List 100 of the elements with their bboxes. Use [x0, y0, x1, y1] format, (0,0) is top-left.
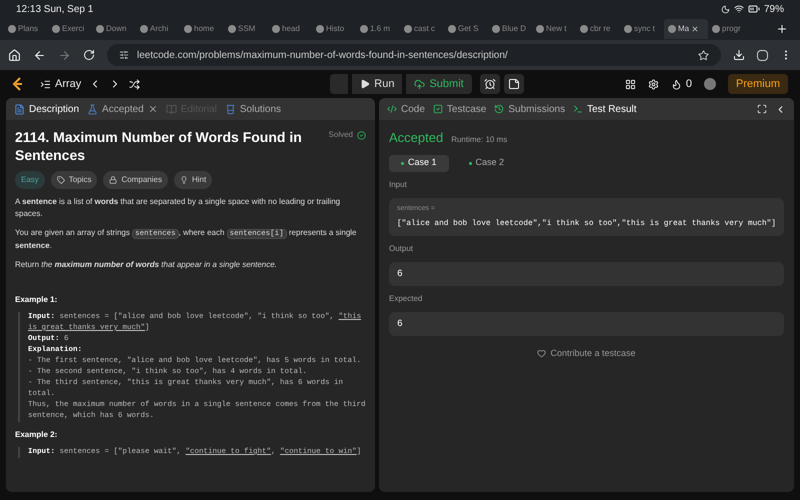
layout-icon[interactable]: [624, 78, 636, 90]
output-value: 6: [389, 262, 784, 286]
browser-tab[interactable]: 1.6 m: [356, 19, 400, 39]
tag-chip[interactable]: Companies: [103, 171, 168, 189]
shuffle-icon[interactable]: [129, 78, 140, 90]
submit-button[interactable]: Submit: [406, 74, 472, 94]
output-label: Output: [389, 243, 414, 255]
play-icon: [360, 79, 370, 89]
history-icon: [494, 104, 504, 114]
tag-chip[interactable]: Hint: [174, 171, 212, 189]
close-icon[interactable]: [691, 25, 700, 33]
problem-list-link[interactable]: Array: [55, 76, 82, 92]
favicon-icon: [536, 25, 544, 33]
panel-tab[interactable]: Test Result: [573, 102, 637, 116]
favicon-icon: [712, 25, 720, 33]
browser-tab[interactable]: sync t: [620, 19, 664, 39]
maximize-icon[interactable]: [757, 104, 767, 114]
notes-icon[interactable]: [504, 74, 524, 94]
avatar-icon[interactable]: [704, 78, 716, 90]
description-paragraph: Return the maximum number of words that appear in a single sentence.: [15, 259, 278, 271]
input-label: Input: [389, 178, 408, 190]
example-title: Example 2:: [15, 429, 58, 441]
favicon-icon: [360, 25, 368, 33]
lock-icon: [109, 176, 118, 184]
battery-icon: [748, 3, 760, 15]
verdict-text: Accepted: [389, 129, 444, 147]
upload-icon: [414, 78, 426, 90]
new-tab-icon[interactable]: [776, 23, 788, 35]
wifi-icon: [734, 4, 744, 14]
code-icon: [387, 104, 397, 114]
tag-chip[interactable]: Topics: [50, 171, 98, 189]
timer-icon[interactable]: [480, 74, 500, 94]
panel-tab[interactable]: Testcase: [432, 102, 486, 116]
tab-count-icon[interactable]: [757, 50, 768, 60]
settings-icon[interactable]: [648, 78, 659, 90]
runtime-text: Runtime: 10 ms: [451, 134, 508, 146]
close-icon[interactable]: [148, 104, 158, 114]
home-icon[interactable]: [8, 48, 21, 62]
favicon-icon: [448, 25, 456, 33]
browser-tab[interactable]: Plans: [4, 19, 48, 39]
browser-tab[interactable]: New t: [532, 19, 576, 39]
example-title: Example 1:: [15, 294, 58, 306]
favicon-icon: [96, 25, 104, 33]
panel-tab[interactable]: Accepted: [87, 102, 158, 116]
checkbox-icon: [432, 104, 443, 114]
browser-tab[interactable]: SSM: [224, 19, 268, 39]
browser-tab[interactable]: Get S: [444, 19, 488, 39]
status-time: 12:13 Sun, Sep 1: [16, 2, 94, 16]
star-icon[interactable]: [698, 50, 709, 60]
browser-tab[interactable]: cast c: [400, 19, 444, 39]
panel-tab[interactable]: Submissions: [494, 102, 566, 116]
difficulty-badge[interactable]: Easy: [15, 171, 45, 189]
tab-icon: [224, 104, 236, 114]
battery-percent: 79%: [764, 2, 784, 16]
favicon-icon: [580, 25, 588, 33]
browser-tab[interactable]: head: [268, 19, 312, 39]
browser-tab[interactable]: cbr re: [576, 19, 620, 39]
browser-tab[interactable]: Exerci: [48, 19, 92, 39]
tab-icon: [166, 104, 177, 114]
logo-icon[interactable]: [12, 77, 24, 91]
browser-tab[interactable]: home: [180, 19, 224, 39]
problem-title: 2114. Maximum Number of Words Found in Sentences: [15, 128, 303, 164]
back-icon[interactable]: [33, 48, 46, 62]
case-tab[interactable]: Case 1: [389, 154, 449, 172]
streak-count: 0: [686, 76, 692, 92]
favicon-icon: [228, 25, 236, 33]
case-tab[interactable]: Case 2: [456, 154, 516, 172]
browser-tab[interactable]: progr: [708, 19, 752, 39]
favicon-icon: [668, 25, 676, 33]
browser-tab[interactable]: Histo: [312, 19, 356, 39]
check-icon: [357, 130, 366, 140]
forward-icon[interactable]: [58, 48, 71, 62]
list-icon[interactable]: [40, 78, 51, 90]
download-icon[interactable]: [733, 49, 745, 61]
run-button[interactable]: Run: [352, 74, 402, 94]
description-paragraph: A sentence is a list of words that are separated by a single space with no leading or trailing spaces.: [15, 196, 342, 220]
flame-icon[interactable]: [670, 78, 682, 90]
premium-button[interactable]: Premium: [728, 74, 788, 94]
site-settings-icon[interactable]: [119, 50, 129, 60]
favicon-icon: [140, 25, 148, 33]
solved-status: Solved: [328, 129, 353, 141]
browser-tab[interactable]: Archi: [136, 19, 180, 39]
favicon-icon: [316, 25, 324, 33]
expected-label: Expected: [389, 293, 424, 305]
moon-icon: [720, 4, 730, 14]
browser-tab[interactable]: Down: [92, 19, 136, 39]
contribute-testcase-button[interactable]: Contribute a testcase: [537, 347, 636, 360]
panel-tab[interactable]: Description: [14, 102, 80, 116]
panel-tab[interactable]: Code: [387, 102, 425, 116]
favicon-icon: [8, 25, 16, 33]
heart-icon: [537, 349, 546, 358]
tab-icon: [87, 104, 98, 114]
browser-tab[interactable]: Ma: [664, 19, 708, 39]
reload-icon[interactable]: [83, 49, 95, 61]
browser-tab[interactable]: Blue D: [488, 19, 532, 39]
favicon-icon: [404, 25, 412, 33]
lightbulb-icon: [180, 176, 188, 184]
panel-tab[interactable]: Solutions: [224, 102, 282, 116]
terminal-icon: [573, 104, 584, 114]
address-field[interactable]: leetcode.com/problems/maximum-number-of-words-found-in-sentences/description/: [107, 44, 721, 66]
